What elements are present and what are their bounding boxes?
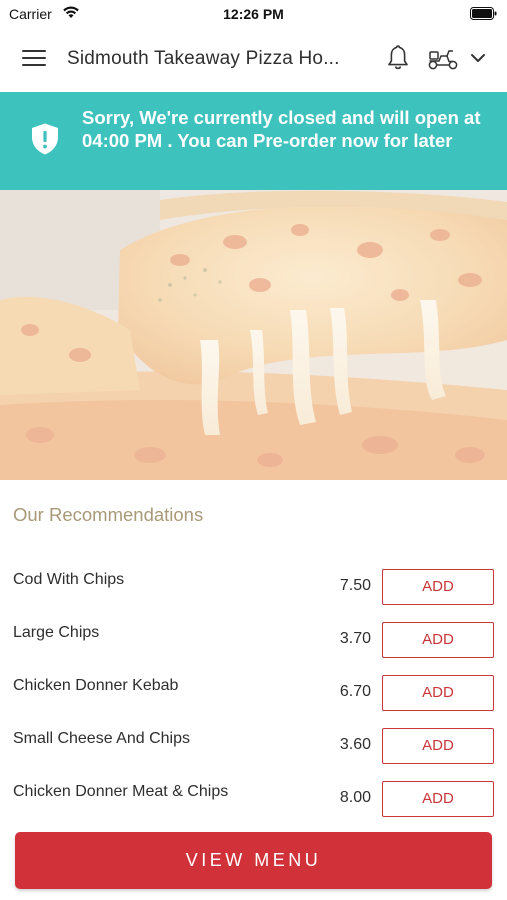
status-time: 12:26 PM (223, 6, 284, 22)
chevron-down-icon[interactable] (470, 52, 486, 64)
add-button[interactable]: ADD (382, 569, 494, 605)
item-price: 6.70 (339, 683, 371, 700)
item-price: 3.70 (339, 630, 371, 647)
restaurant-title: Sidmouth Takeaway Pizza Ho... (67, 48, 340, 69)
closed-message: Sorry, We're currently closed and will o… (82, 107, 481, 151)
add-button[interactable]: ADD (382, 728, 494, 764)
list-item: Large Chips 3.70 ADD (0, 622, 507, 666)
item-name: Cod With Chips (13, 571, 125, 588)
list-item: Cod With Chips 7.50 ADD (0, 569, 507, 613)
item-price: 8.00 (339, 789, 371, 806)
list-item: Chicken Donner Kebab 6.70 ADD (0, 675, 507, 719)
add-button[interactable]: ADD (382, 622, 494, 658)
bell-icon[interactable] (386, 44, 410, 72)
item-name: Large Chips (13, 624, 100, 641)
list-item: Small Cheese And Chips 3.60 ADD (0, 728, 507, 772)
item-name: Chicken Donner Meat & Chips (13, 783, 229, 800)
battery-icon (470, 7, 497, 20)
add-button[interactable]: ADD (382, 675, 494, 711)
item-name: Small Cheese And Chips (13, 730, 190, 747)
app-header: Sidmouth Takeaway Pizza Ho... (0, 28, 507, 92)
list-item: Chicken Donner Meat & Chips 8.00 ADD (0, 781, 507, 825)
status-bar: Carrier 12:26 PM (0, 0, 507, 28)
hero-pizza-image (0, 190, 507, 480)
shield-icon (32, 123, 58, 155)
item-price: 3.60 (339, 736, 371, 753)
recommendations-title: Our Recommendations (13, 504, 204, 525)
item-name: Chicken Donner Kebab (13, 677, 179, 694)
view-menu-button[interactable]: VIEW MENU (15, 832, 492, 889)
menu-icon[interactable] (22, 50, 46, 70)
scooter-icon[interactable] (427, 48, 459, 70)
item-price: 7.50 (339, 577, 371, 594)
add-button[interactable]: ADD (382, 781, 494, 817)
closed-banner: Sorry, We're currently closed and will o… (0, 92, 507, 190)
